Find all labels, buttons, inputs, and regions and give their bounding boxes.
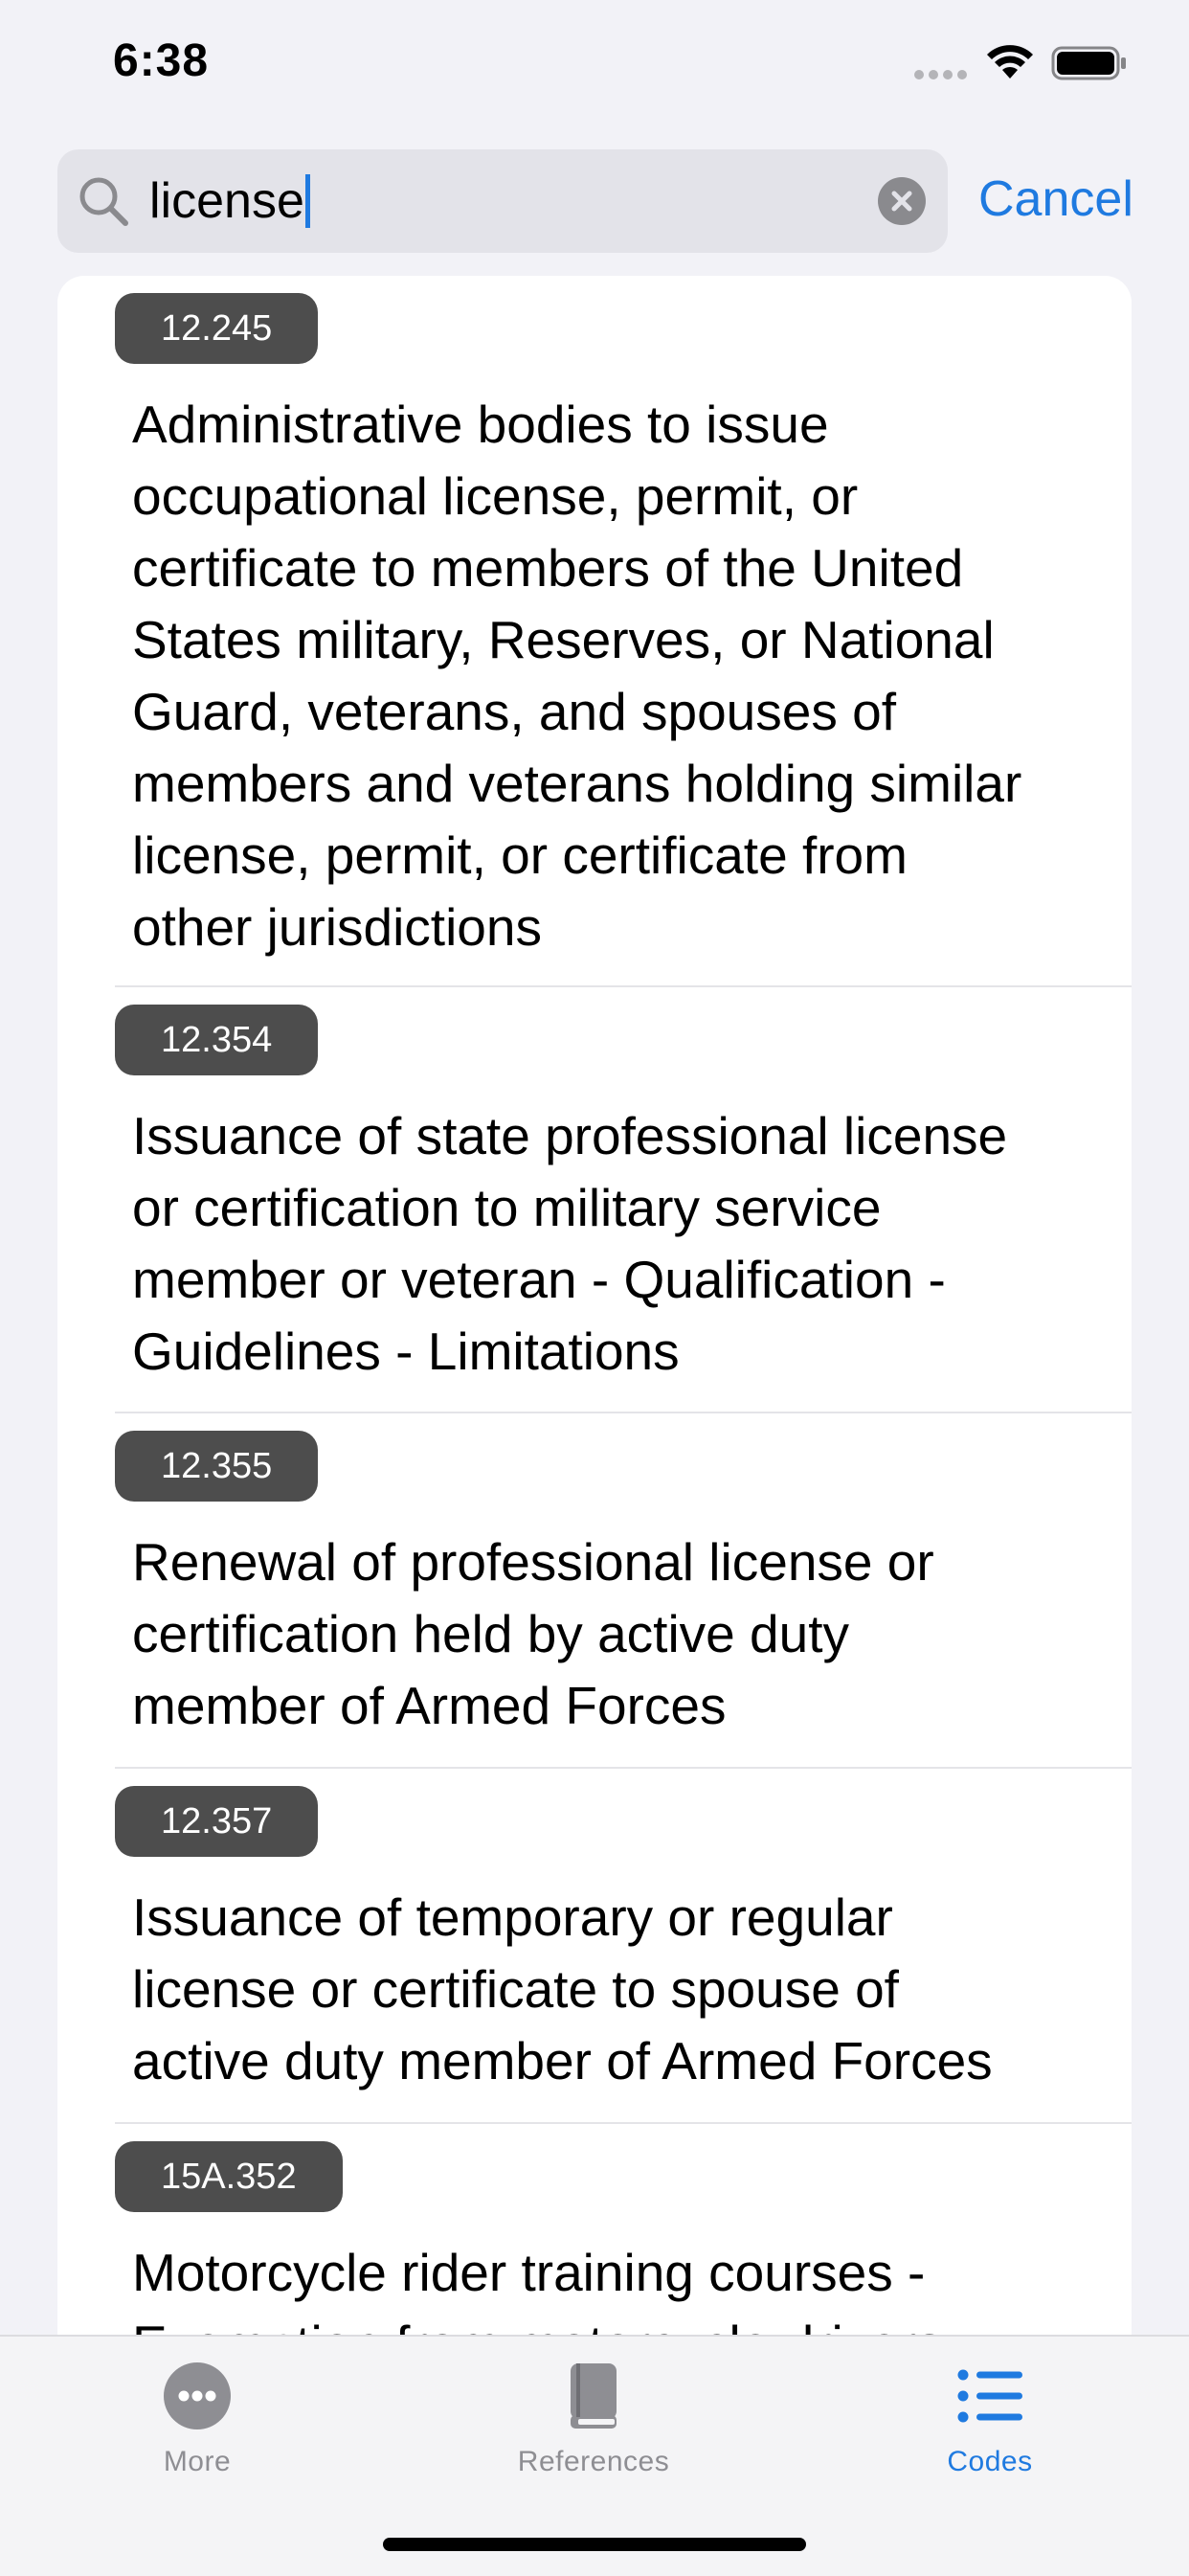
home-indicator[interactable] — [383, 2538, 806, 2551]
status-time: 6:38 — [113, 35, 210, 86]
result-title-line: members and veterans holding similar — [132, 754, 1022, 813]
code-badge: 12.245 — [115, 293, 319, 364]
result-title-line: Administrative bodies to issue — [132, 395, 829, 454]
wifi-icon — [987, 45, 1033, 79]
result-title-line: license, permit, or certificate from — [132, 825, 908, 885]
result-title-line: Renewal of professional license or — [132, 1532, 934, 1592]
result-title-line: Guard, veterans, and spouses of — [132, 682, 896, 741]
result-title: Issuance of state professional license o… — [132, 1100, 1109, 1388]
result-title-line: certificate to members of the United — [132, 538, 964, 598]
text-cursor — [304, 174, 310, 228]
code-badge: 12.354 — [115, 1005, 319, 1075]
result-title-line: certification held by active duty — [132, 1604, 849, 1663]
tab-codes[interactable]: Codes — [875, 2352, 1105, 2496]
result-title-line: member or veteran - Qualification - — [132, 1250, 946, 1309]
result-title-line: license or certificate to spouse of — [132, 1959, 899, 2019]
search-icon — [79, 177, 128, 226]
tab-label: References — [517, 2446, 670, 2477]
result-title-line: Issuance of temporary or regular — [132, 1887, 893, 1947]
battery-icon — [1051, 46, 1126, 80]
search-field[interactable]: license — [57, 149, 948, 253]
result-item[interactable]: 12.357 Issuance of temporary or regular … — [57, 1769, 1132, 2123]
tab-label: Codes — [947, 2446, 1033, 2477]
book-icon — [571, 2363, 617, 2429]
more-icon — [164, 2362, 231, 2429]
result-title-line: active duty member of Armed Forces — [132, 2031, 993, 2090]
result-title: Issuance of temporary or regular license… — [132, 1882, 1109, 2097]
code-badge: 12.355 — [115, 1431, 319, 1502]
result-title-line: member of Armed Forces — [132, 1676, 727, 1735]
list-icon — [957, 2369, 1022, 2423]
cellular-signal-icon — [914, 70, 967, 79]
result-item[interactable]: 12.355 Renewal of professional license o… — [57, 1413, 1132, 1768]
result-title: Renewal of professional license or certi… — [132, 1526, 1109, 1742]
result-title: Administrative bodies to issue occupatio… — [132, 389, 1109, 963]
tab-label: More — [163, 2446, 232, 2477]
result-title-line: Issuance of state professional license — [132, 1106, 1008, 1165]
result-title-line: States military, Reserves, or National — [132, 610, 995, 669]
search-query-text: license — [149, 173, 304, 229]
result-item[interactable]: 12.245 Administrative bodies to issue oc… — [57, 276, 1132, 986]
code-badge: 12.357 — [115, 1786, 319, 1857]
result-title-line: or certification to military service — [132, 1178, 882, 1237]
result-item[interactable]: 12.354 Issuance of state professional li… — [57, 987, 1132, 1412]
tab-more[interactable]: More — [82, 2352, 312, 2496]
cancel-button[interactable]: Cancel — [978, 169, 1133, 230]
result-title-line: Motorcycle rider training courses - — [132, 2243, 926, 2302]
clear-search-icon[interactable] — [877, 176, 927, 226]
result-title-line: Guidelines - Limitations — [132, 1322, 680, 1381]
result-title-line: occupational license, permit, or — [132, 466, 859, 526]
code-badge: 15A.352 — [115, 2141, 343, 2212]
tab-references[interactable]: References — [479, 2352, 708, 2496]
search-input[interactable]: license — [149, 170, 310, 232]
status-bar: 6:38 — [0, 0, 1189, 134]
result-title-line: other jurisdictions — [132, 897, 542, 957]
results-list[interactable]: 12.245 Administrative bodies to issue oc… — [57, 276, 1132, 2574]
